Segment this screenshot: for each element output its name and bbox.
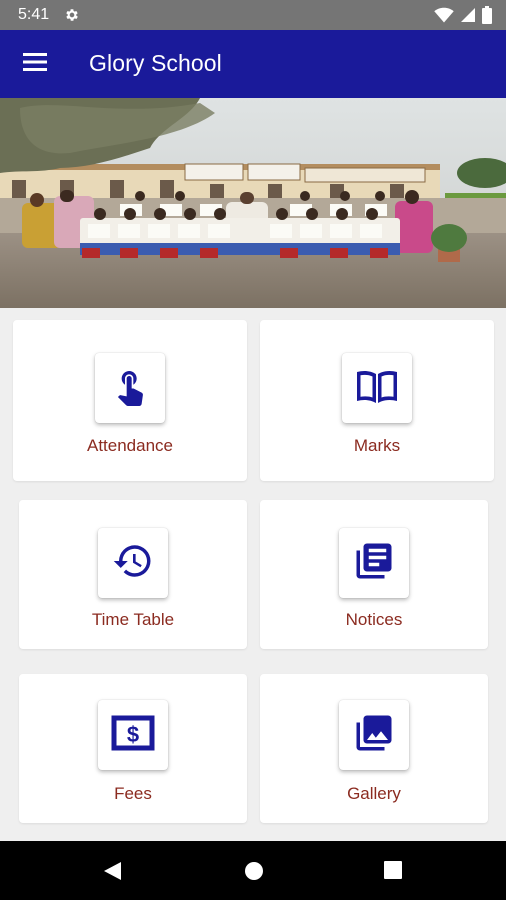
attendance-card[interactable]: Attendance	[13, 320, 247, 481]
fees-card[interactable]: $ Fees	[19, 674, 247, 823]
marks-label: Marks	[353, 436, 401, 455]
attendance-tile	[95, 353, 165, 423]
recents-icon[interactable]	[383, 860, 403, 885]
app-bar: Glory School	[0, 30, 506, 98]
attendance-label: Attendance	[86, 436, 173, 455]
status-indicators	[434, 6, 492, 29]
menu-icon	[23, 52, 47, 77]
status-time: 5:41	[18, 6, 50, 23]
battery-icon	[482, 6, 492, 29]
gallery-label: Gallery	[347, 784, 401, 803]
gear-icon	[64, 7, 80, 28]
status-bar: 5:41	[0, 0, 506, 30]
photo-library-icon	[353, 712, 395, 759]
home-icon[interactable]	[243, 860, 265, 887]
time-table-tile	[98, 528, 168, 598]
signal-icon	[460, 7, 476, 28]
dollar-icon: $	[111, 714, 155, 757]
notices-label: Notices	[345, 610, 403, 629]
wifi-icon	[434, 7, 454, 28]
notices-tile	[339, 528, 409, 598]
school-banner-photo	[0, 98, 506, 308]
book-icon	[355, 367, 399, 410]
system-nav-bar	[0, 841, 506, 900]
marks-card[interactable]: Marks	[260, 320, 494, 481]
time-table-card[interactable]: Time Table	[19, 500, 247, 649]
page-title: Glory School	[89, 50, 222, 76]
fees-label: Fees	[114, 784, 152, 803]
gallery-tile	[339, 700, 409, 770]
history-icon	[112, 540, 154, 587]
marks-tile	[342, 353, 412, 423]
back-icon[interactable]	[101, 860, 123, 887]
touch-icon	[110, 366, 150, 411]
fees-tile: $	[98, 700, 168, 770]
library-books-icon	[353, 540, 395, 587]
svg-text:$: $	[127, 722, 139, 747]
time-table-label: Time Table	[91, 610, 175, 629]
gallery-card[interactable]: Gallery	[260, 674, 488, 823]
notices-card[interactable]: Notices	[260, 500, 488, 649]
menu-button[interactable]	[14, 44, 56, 84]
